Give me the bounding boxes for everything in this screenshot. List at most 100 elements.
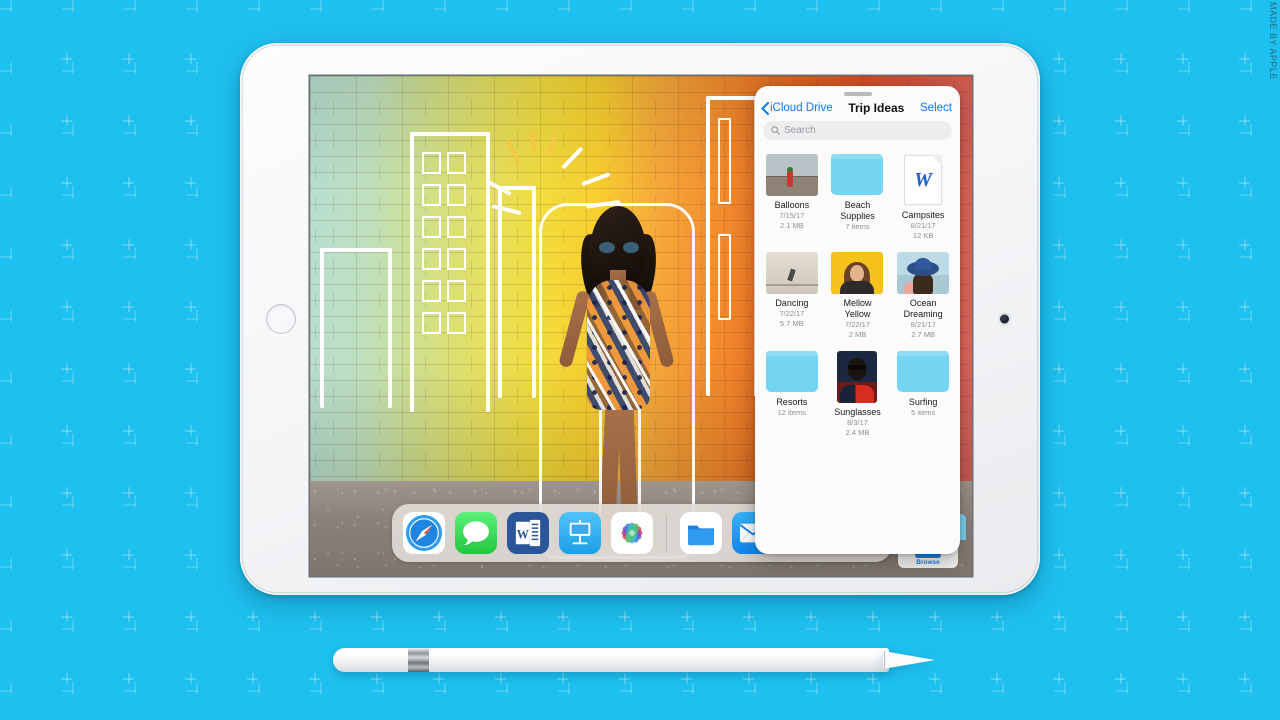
front-camera-icon: [1000, 314, 1009, 324]
search-input[interactable]: Search: [763, 121, 952, 140]
background-plus-mark: [1115, 53, 1126, 64]
dock-app-files[interactable]: [680, 512, 722, 554]
background-plus-mark: [1177, 611, 1188, 622]
background-plus-mark: [309, 611, 320, 622]
background-plus-mark: [1177, 115, 1188, 126]
background-plus-mark: [1053, 673, 1064, 684]
background-plus-mark: [1053, 115, 1064, 126]
background-plus-mark: [1053, 549, 1064, 560]
background-plus-mark: [433, 611, 444, 622]
background-plus-mark: [61, 301, 72, 312]
file-size: 2.1 MB: [779, 220, 804, 230]
dock-app-messages[interactable]: [455, 512, 497, 554]
background-plus-mark: [1053, 363, 1064, 374]
background-plus-mark: [185, 425, 196, 436]
file-item[interactable]: Balloons 7/15/17 2.1 MB: [759, 150, 825, 246]
background-plus-mark: [1115, 239, 1126, 250]
drawn-window: [447, 312, 466, 334]
background-plus-mark: [1115, 549, 1126, 560]
photos-icon: [621, 522, 643, 544]
files-icon: [688, 525, 714, 546]
background-plus-mark: [1177, 239, 1188, 250]
browse-tab-label[interactable]: Browse: [916, 559, 939, 566]
background-plus-mark: [743, 611, 754, 622]
keynote-icon: [569, 519, 591, 545]
background-plus-mark: [1115, 301, 1126, 312]
background-plus-mark: [1115, 363, 1126, 374]
file-count: 5 items: [911, 408, 936, 417]
background-plus-mark: [123, 425, 134, 436]
dock-app-safari[interactable]: [403, 512, 445, 554]
dock-app-word[interactable]: W: [507, 512, 549, 554]
background-plus-mark: [1053, 177, 1064, 188]
drawn-window: [447, 216, 466, 238]
home-button[interactable]: [266, 304, 296, 334]
background-plus-mark: [185, 673, 196, 684]
file-item[interactable]: Mellow Yellow 7/22/17 2 MB: [825, 248, 891, 345]
pencil-tip: [883, 651, 935, 669]
panel-drag-handle[interactable]: [843, 92, 872, 96]
background-plus-mark: [185, 301, 196, 312]
chevron-left-icon: [761, 101, 769, 115]
background-plus-mark: [1053, 53, 1064, 64]
background-plus-mark: [1115, 177, 1126, 188]
background-plus-mark: [1239, 425, 1250, 436]
folder-icon: [765, 351, 818, 392]
file-name: Ocean Dreaming: [903, 298, 943, 319]
safari-icon: [405, 514, 443, 552]
background-plus-mark: [247, 611, 258, 622]
file-name: Dancing: [775, 298, 809, 308]
drawn-ray: [546, 133, 558, 158]
search-container: Search: [755, 121, 960, 148]
file-item[interactable]: Ocean Dreaming 8/21/17 2.7 MB: [890, 248, 956, 345]
file-size: 2 MB: [848, 329, 867, 339]
drawn-window: [447, 248, 466, 270]
background-plus-mark: [61, 115, 72, 126]
file-thumbnail-document: W: [903, 154, 943, 206]
file-item[interactable]: Beach Supplies 7 items: [825, 150, 891, 246]
file-size: 2.7 MB: [911, 329, 936, 339]
file-item[interactable]: W Campsites 8/21/17 12 KB: [890, 150, 956, 246]
drawn-window: [422, 216, 441, 238]
search-placeholder: Search: [784, 125, 816, 136]
drawn-ray: [530, 129, 537, 153]
drawn-building: [498, 186, 536, 398]
file-item[interactable]: Sunglasses 8/3/17 2.4 MB: [825, 347, 891, 443]
background-plus-mark: [247, 673, 258, 684]
background-plus-mark: [371, 611, 382, 622]
word-doc-glyph: W: [914, 168, 933, 191]
drawn-window: [422, 280, 441, 302]
back-button[interactable]: iCloud Drive: [761, 101, 833, 115]
file-size: 12 KB: [912, 230, 934, 240]
background-plus-mark: [61, 611, 72, 622]
background-plus-mark: [185, 487, 196, 498]
file-item[interactable]: Surfing 5 items: [890, 347, 956, 443]
panel-navigation-bar: iCloud Drive Trip Ideas Select: [755, 98, 960, 121]
background-plus-mark: [185, 549, 196, 560]
background-plus-mark: [123, 549, 134, 560]
background-plus-mark: [123, 115, 134, 126]
dock-app-keynote[interactable]: [559, 512, 601, 554]
file-date: 7/22/17: [844, 320, 870, 329]
file-thumbnail-image: [831, 252, 884, 294]
folder-icon: [831, 154, 884, 195]
file-count: 7 items: [845, 222, 870, 231]
drawn-ray: [506, 139, 521, 165]
thumb-detail: [786, 170, 793, 187]
drawn-window: [447, 152, 466, 174]
pencil-tip-seam: [884, 651, 886, 669]
background-plus-mark: [1177, 363, 1188, 374]
word-icon: W: [515, 519, 541, 547]
file-item[interactable]: Dancing 7/22/17 5.7 MB: [759, 248, 825, 345]
background-plus-mark: [309, 673, 320, 684]
background-plus-mark: [1239, 239, 1250, 250]
back-button-label: iCloud Drive: [770, 102, 833, 114]
background-plus-mark: [123, 673, 134, 684]
background-plus-mark: [1053, 425, 1064, 436]
background-plus-mark: [1115, 115, 1126, 126]
select-button[interactable]: Select: [920, 102, 952, 114]
file-item[interactable]: Resorts 12 items: [759, 347, 825, 443]
dock-app-photos[interactable]: [611, 512, 653, 554]
file-name: Surfing: [908, 397, 938, 407]
background-plus-mark: [619, 611, 630, 622]
